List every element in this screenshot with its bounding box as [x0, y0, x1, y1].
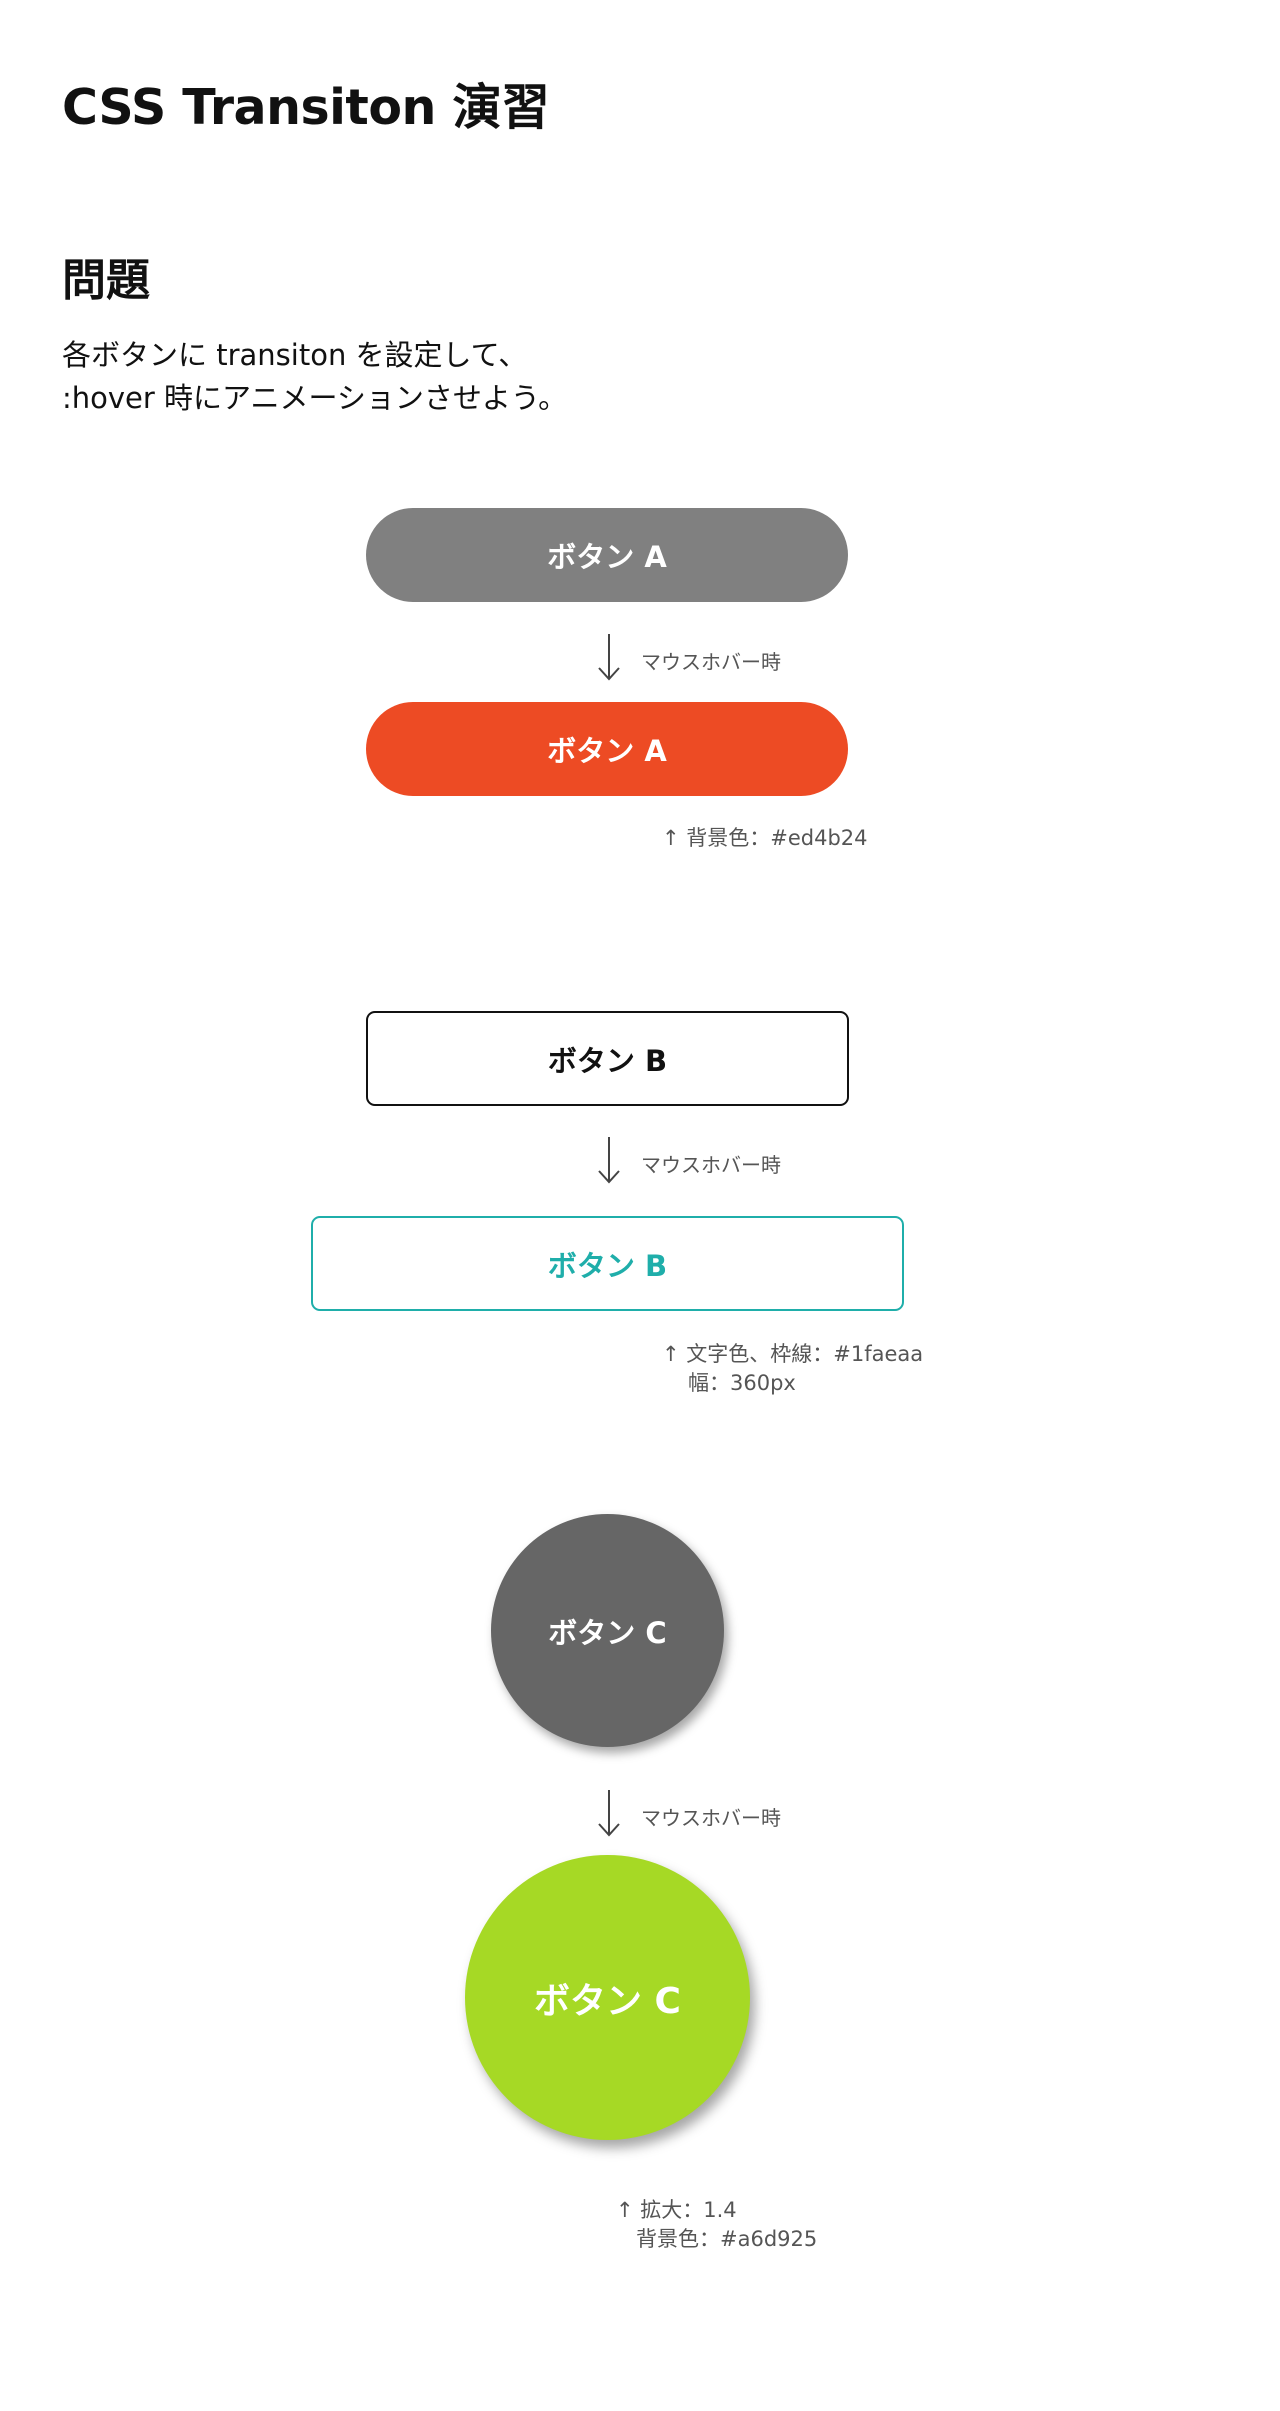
- hover-state-label: マウスホバー時: [641, 650, 781, 674]
- button-b-default[interactable]: ボタン B: [366, 1011, 849, 1106]
- description-line-1: 各ボタンに transiton を設定して、: [62, 338, 528, 372]
- section-heading: 問題: [62, 255, 150, 306]
- hover-state-label: マウスホバー時: [641, 1153, 781, 1177]
- arrow-down-icon: [597, 1135, 621, 1189]
- button-b-note-line-2: 幅：360px: [688, 1371, 796, 1395]
- button-c-note-line-2: 背景色：#a6d925: [636, 2227, 818, 2251]
- arrow-down-icon: [597, 1788, 621, 1842]
- button-a-hover[interactable]: ボタン A: [366, 702, 848, 796]
- button-a-default[interactable]: ボタン A: [366, 508, 848, 602]
- button-c-note-line-1: ↑ 拡大：1.4: [616, 2198, 737, 2222]
- arrow-down-icon: [597, 632, 621, 686]
- button-b-hover[interactable]: ボタン B: [311, 1216, 904, 1311]
- page-title: CSS Transiton 演習: [62, 79, 550, 136]
- button-c-hover[interactable]: ボタン C: [465, 1855, 750, 2140]
- description-line-2: :hover 時にアニメーションさせよう。: [62, 381, 568, 415]
- hover-state-label: マウスホバー時: [641, 1806, 781, 1830]
- button-b-note-line-1: ↑ 文字色、枠線：#1faeaa: [662, 1342, 924, 1366]
- button-c-default[interactable]: ボタン C: [491, 1514, 724, 1747]
- button-a-note: ↑ 背景色：#ed4b24: [662, 826, 868, 850]
